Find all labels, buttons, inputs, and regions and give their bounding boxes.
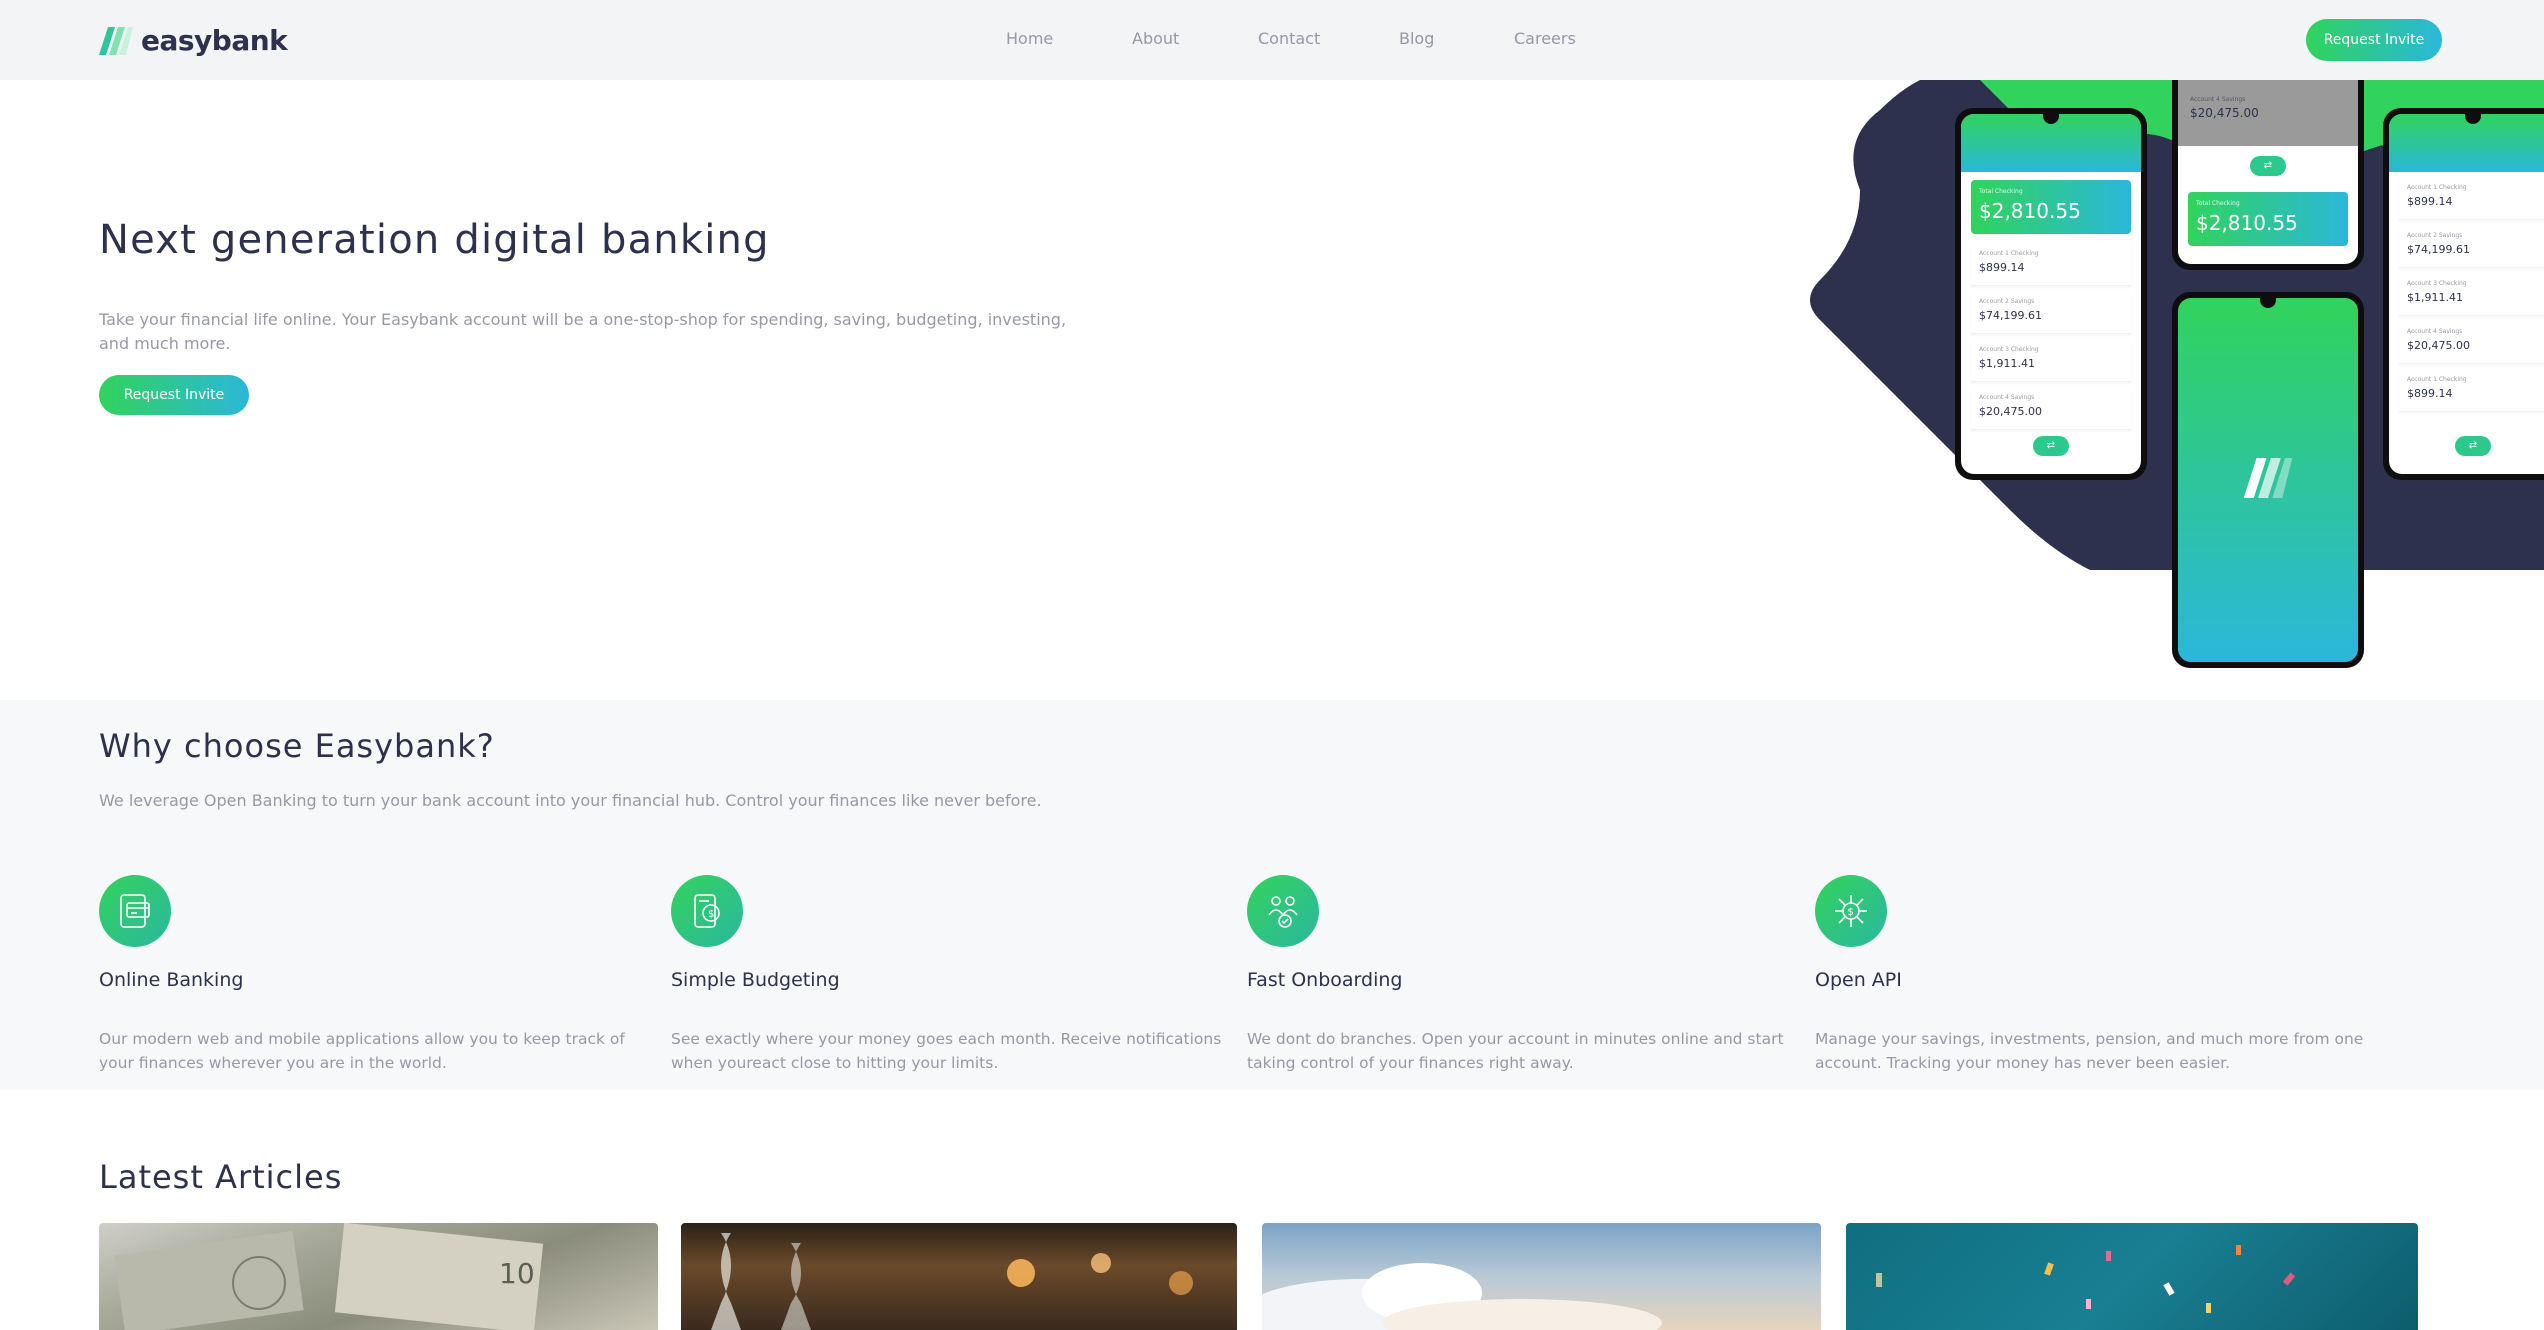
total-checking-card: Total Checking $2,810.55: [1971, 180, 2131, 234]
articles-title: Latest Articles: [99, 1158, 343, 1196]
account-label: Account 2 Savings: [2407, 232, 2463, 239]
account-value: $899.14: [2407, 387, 2453, 400]
phone-screen: Total Checking $2,810.55 Account 1 Check…: [1961, 114, 2141, 474]
header-request-invite-button[interactable]: Request Invite: [2306, 19, 2442, 61]
main-nav: Home About Contact Blog Careers: [0, 0, 2544, 80]
nav-contact[interactable]: Contact: [1258, 29, 1320, 48]
account-row: Account 4 Savings $20,475.00: [1971, 386, 2131, 430]
feature-description: We dont do branches. Open your account i…: [1247, 1030, 1784, 1072]
phone-mockup-left: Total Checking $2,810.55 Account 1 Check…: [1955, 108, 2147, 480]
account-row: Account 4 Savings $20,475.00: [2399, 320, 2544, 364]
site-header: easybank Home About Contact Blog Careers…: [0, 0, 2544, 80]
account-value: $20,475.00: [2190, 106, 2259, 120]
account-label: Account 1 Checking: [2407, 376, 2467, 383]
account-value: $20,475.00: [2407, 339, 2470, 352]
transfer-icon: ⇄: [2250, 156, 2286, 176]
hero-illustration: Total Checking $2,810.55 Account 1 Check…: [1800, 80, 2544, 700]
account-value: $74,199.61: [1979, 309, 2042, 322]
feature-title: Open API: [1815, 969, 1902, 991]
phone-mockup-center: [2172, 292, 2364, 668]
account-label: Account 1 Checking: [1979, 250, 2039, 257]
account-row: Account 2 Savings $74,199.61: [2399, 224, 2544, 268]
account-value: $74,199.61: [2407, 243, 2470, 256]
phone-screen: Account 1 Checking $899.14 Account 2 Savi…: [2389, 114, 2544, 474]
why-description: We leverage Open Banking to turn your ba…: [99, 791, 1042, 810]
transfer-icon: ⇄: [2455, 436, 2491, 456]
article-image-confetti[interactable]: [1846, 1223, 2418, 1330]
feature-fast-onboarding: Fast Onboarding We dont do branches. Ope…: [1247, 875, 1807, 1075]
card-value: $2,810.55: [1979, 199, 2081, 223]
nav-blog[interactable]: Blog: [1399, 29, 1434, 48]
card-label: Total Checking: [2196, 200, 2240, 207]
account-row: Account 1 Checking $899.14: [2399, 176, 2544, 220]
phone-app-header: [1961, 114, 2141, 172]
feature-title: Fast Onboarding: [1247, 969, 1403, 991]
account-value: $899.14: [2407, 195, 2453, 208]
feature-title: Simple Budgeting: [671, 969, 840, 991]
hero-request-invite-button[interactable]: Request Invite: [99, 375, 249, 415]
account-label: Account 2 Savings: [1979, 298, 2035, 305]
feature-title: Online Banking: [99, 969, 244, 991]
article-image-currency[interactable]: 10: [99, 1223, 658, 1330]
account-label: Account 4 Savings: [1979, 394, 2035, 401]
why-title: Why choose Easybank?: [99, 727, 495, 765]
account-label: Account 3 Checking: [1979, 346, 2039, 353]
account-row: Account 1 Checking $899.14: [1971, 242, 2131, 286]
account-value: $899.14: [1979, 261, 2025, 274]
online-banking-icon: [99, 875, 171, 947]
feature-online-banking: Online Banking Our modern web and mobile…: [99, 875, 659, 1075]
account-label: Account 1 Checking: [2407, 184, 2467, 191]
card-label: Total Checking: [1979, 188, 2023, 195]
account-label: Account 3 Checking: [2407, 280, 2467, 287]
article-image-sky[interactable]: [1262, 1223, 1821, 1330]
card-value: $2,810.55: [2196, 211, 2298, 235]
app-logo-icon: [2243, 458, 2293, 498]
feature-simple-budgeting: $ Simple Budgeting See exactly where you…: [671, 875, 1231, 1075]
phone-app-header: [2389, 114, 2544, 172]
feature-description: See exactly where your money goes each m…: [671, 1030, 1222, 1072]
budgeting-icon: $: [671, 875, 743, 947]
svg-text:10: 10: [499, 1257, 535, 1290]
account-value: $1,911.41: [1979, 357, 2035, 370]
svg-text:$: $: [1848, 907, 1854, 918]
feature-open-api: $ Open API Manage your savings, investme…: [1815, 875, 2375, 1075]
nav-home[interactable]: Home: [1006, 29, 1053, 48]
account-row: Account 3 Checking $1,911.41: [1971, 338, 2131, 382]
articles-section: Latest Articles 10: [0, 1090, 2544, 1330]
hero-description: Take your financial life online. Your Ea…: [99, 310, 1067, 353]
account-value: $20,475.00: [1979, 405, 2042, 418]
phone-mockup-top: Account 4 Savings $20,475.00 ⇄ Total Che…: [2172, 80, 2364, 270]
hero-section: Next generation digital banking Take you…: [0, 80, 2544, 700]
why-section: Why choose Easybank? We leverage Open Ba…: [0, 700, 2544, 1090]
api-icon: $: [1815, 875, 1887, 947]
nav-careers[interactable]: Careers: [1514, 29, 1576, 48]
account-label: Account 4 Savings: [2407, 328, 2463, 335]
phone-screen: Account 4 Savings $20,475.00 ⇄ Total Che…: [2178, 80, 2358, 264]
account-row: Account 2 Savings $74,199.61: [1971, 290, 2131, 334]
account-value: $1,911.41: [2407, 291, 2463, 304]
account-label: Account 4 Savings: [2190, 96, 2246, 103]
nav-about[interactable]: About: [1132, 29, 1179, 48]
onboarding-icon: [1247, 875, 1319, 947]
svg-text:$: $: [708, 909, 714, 920]
transfer-icon: ⇄: [2033, 436, 2069, 456]
total-checking-card: Total Checking $2,810.55: [2188, 192, 2348, 246]
phone-splash-screen: [2178, 298, 2358, 662]
feature-description: Our modern web and mobile applications a…: [99, 1030, 625, 1072]
article-image-restaurant[interactable]: [681, 1223, 1237, 1330]
phone-mockup-right: Account 1 Checking $899.14 Account 2 Savi…: [2383, 108, 2544, 480]
feature-description: Manage your savings, investments, pensio…: [1815, 1030, 2364, 1072]
phone-dim-area: Account 4 Savings $20,475.00: [2178, 80, 2358, 146]
hero-title: Next generation digital banking: [99, 217, 770, 263]
account-row: Account 3 Checking $1,911.41: [2399, 272, 2544, 316]
account-row: Account 1 Checking $899.14: [2399, 368, 2544, 412]
